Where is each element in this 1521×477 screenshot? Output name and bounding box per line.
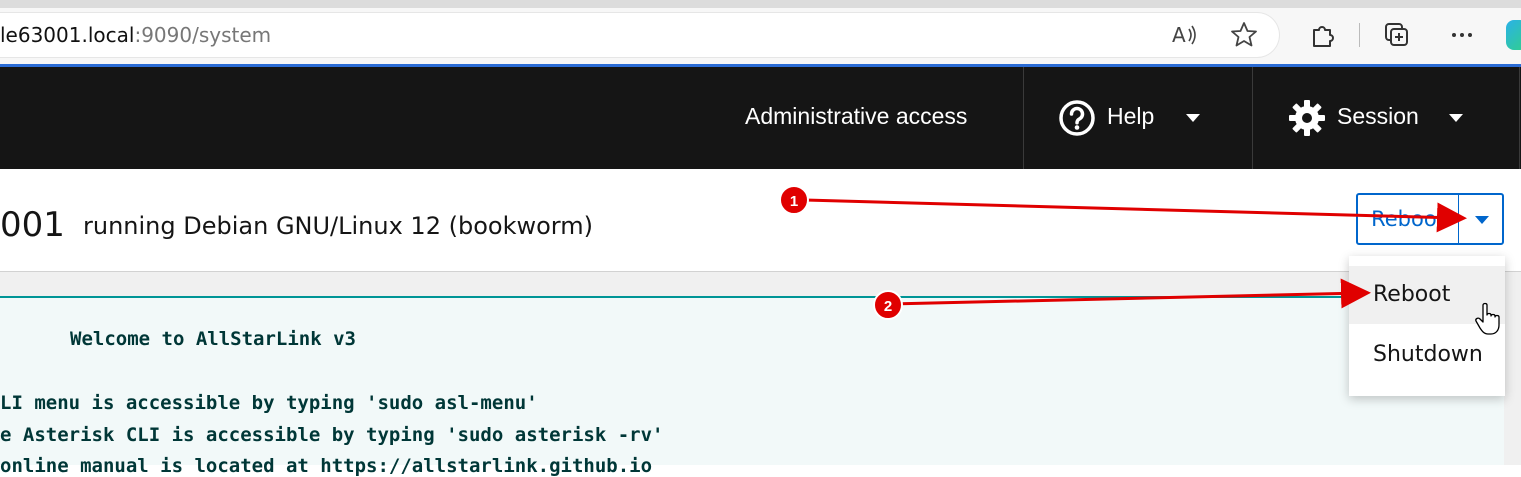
motd-line: LI menu is accessible by typing 'sudo as…: [0, 392, 538, 414]
masthead: Administrative access Help Session: [0, 67, 1521, 169]
masthead-separator: [1252, 67, 1253, 169]
os-description: running Debian GNU/Linux 12 (bookworm): [83, 212, 593, 240]
more-icon[interactable]: [1447, 20, 1477, 50]
url-text[interactable]: le63001.local:9090/system: [0, 23, 271, 47]
motd-line: online manual is located at https://alls…: [0, 455, 653, 477]
tab-strip: [0, 0, 1521, 8]
browser-toolbar: le63001.local:9090/system A: [0, 0, 1521, 65]
extensions-icon[interactable]: [1308, 20, 1338, 50]
motd-panel: Welcome to AllStarLink v3 LI menu is acc…: [0, 296, 1504, 477]
reboot-button[interactable]: Reboot: [1358, 195, 1458, 243]
session-chevron-down-icon[interactable]: [1449, 114, 1463, 122]
help-menu-label[interactable]: Help: [1107, 103, 1154, 130]
annotation-badge-1: 1: [779, 185, 809, 215]
motd-line: e Asterisk CLI is accessible by typing '…: [0, 424, 664, 446]
gear-icon[interactable]: [1288, 99, 1326, 137]
read-aloud-icon[interactable]: A: [1170, 20, 1200, 50]
help-chevron-down-icon[interactable]: [1186, 114, 1200, 122]
copilot-icon[interactable]: [1506, 20, 1521, 50]
hostname-title[interactable]: 001: [0, 205, 65, 245]
masthead-separator: [1023, 67, 1024, 169]
collections-icon[interactable]: [1382, 20, 1412, 50]
motd-line: Welcome to AllStarLink v3: [70, 328, 356, 350]
svg-text:A: A: [1172, 23, 1186, 47]
masthead-separator: [1519, 67, 1520, 169]
hand-cursor-icon: [1475, 302, 1500, 335]
favorite-star-icon[interactable]: [1229, 20, 1259, 50]
session-menu-label[interactable]: Session: [1337, 103, 1419, 130]
system-page-header: 001 running Debian GNU/Linux 12 (bookwor…: [0, 169, 1521, 272]
help-icon[interactable]: [1058, 99, 1096, 137]
toolbar-divider: [1359, 23, 1360, 47]
split-button-divider: [1458, 195, 1459, 243]
annotation-badge-2: 2: [873, 290, 903, 320]
dropdown-toggle-chevron-down-icon[interactable]: [1475, 216, 1489, 224]
reboot-split-button: Reboot: [1356, 193, 1504, 245]
administrative-access-button[interactable]: Administrative access: [745, 103, 967, 130]
